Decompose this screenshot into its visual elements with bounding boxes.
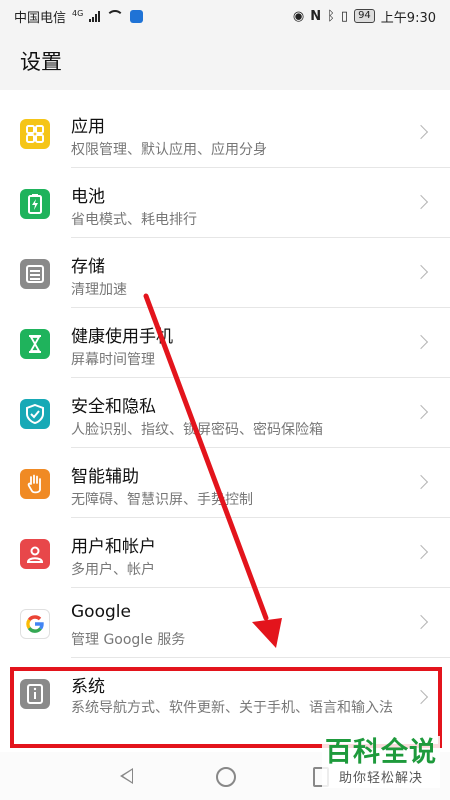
watermark-subtitle: 助你轻松解决	[338, 771, 423, 786]
back-icon[interactable]	[120, 768, 133, 784]
watermark-title: 百科全说	[325, 737, 437, 768]
annotation-arrow	[143, 293, 282, 648]
watermark: 百科全说 助你轻松解决	[322, 736, 440, 788]
home-icon[interactable]	[216, 767, 236, 787]
